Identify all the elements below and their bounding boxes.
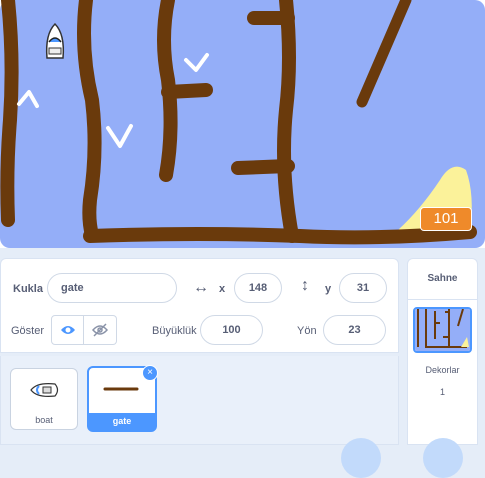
show-label: Göster — [11, 325, 45, 337]
y-input[interactable]: 31 — [339, 273, 387, 303]
delete-sprite-icon[interactable]: × — [142, 365, 158, 381]
stage-pane-title: Sahne — [408, 259, 477, 300]
direction-input[interactable]: 23 — [323, 315, 386, 345]
sprite-info-panel: Kukla gate ↔ x 148 ↕ y 31 Göster Büyüklü… — [0, 258, 399, 353]
show-hidden-button[interactable] — [84, 315, 117, 345]
y-label: y — [325, 283, 332, 295]
show-visible-button[interactable] — [51, 315, 84, 345]
sprite-list: boat gate × — [0, 356, 399, 445]
maze-thumb-icon — [415, 309, 470, 351]
boat-thumb-icon — [30, 383, 59, 397]
y-axis-icon: ↕ — [301, 277, 309, 294]
stage-target-pane[interactable]: Sahne Dekorlar 1 — [407, 258, 478, 445]
sprite-name-input[interactable]: gate — [47, 273, 177, 303]
sprite-thumb-gate[interactable]: gate × — [87, 365, 158, 432]
direction-label: Yön — [297, 325, 317, 337]
size-input[interactable]: 100 — [200, 315, 263, 345]
gate-thumb-icon — [103, 387, 139, 391]
stage-canvas[interactable]: 101 — [0, 0, 485, 248]
backdrop-thumbnail[interactable] — [413, 307, 472, 353]
score-counter: 101 — [420, 207, 472, 231]
x-input[interactable]: 148 — [234, 273, 282, 303]
x-label: x — [219, 283, 226, 295]
eye-slash-icon — [92, 323, 108, 337]
choose-backdrop-button[interactable] — [423, 438, 463, 478]
choose-sprite-button[interactable] — [341, 438, 381, 478]
boat-sprite[interactable] — [43, 22, 67, 62]
size-label: Büyüklük — [152, 325, 197, 337]
backdrops-label: Dekorlar — [425, 365, 460, 375]
sprite-thumb-boat[interactable]: boat — [10, 368, 78, 430]
sprite-thumb-label: boat — [35, 415, 53, 425]
backdrops-count: 1 — [439, 387, 445, 397]
maze-backdrop — [0, 0, 485, 248]
x-axis-icon: ↔ — [193, 279, 209, 296]
sprite-label: Kukla — [13, 283, 43, 295]
sprite-thumb-label: gate — [89, 413, 155, 430]
eye-icon — [60, 326, 75, 334]
